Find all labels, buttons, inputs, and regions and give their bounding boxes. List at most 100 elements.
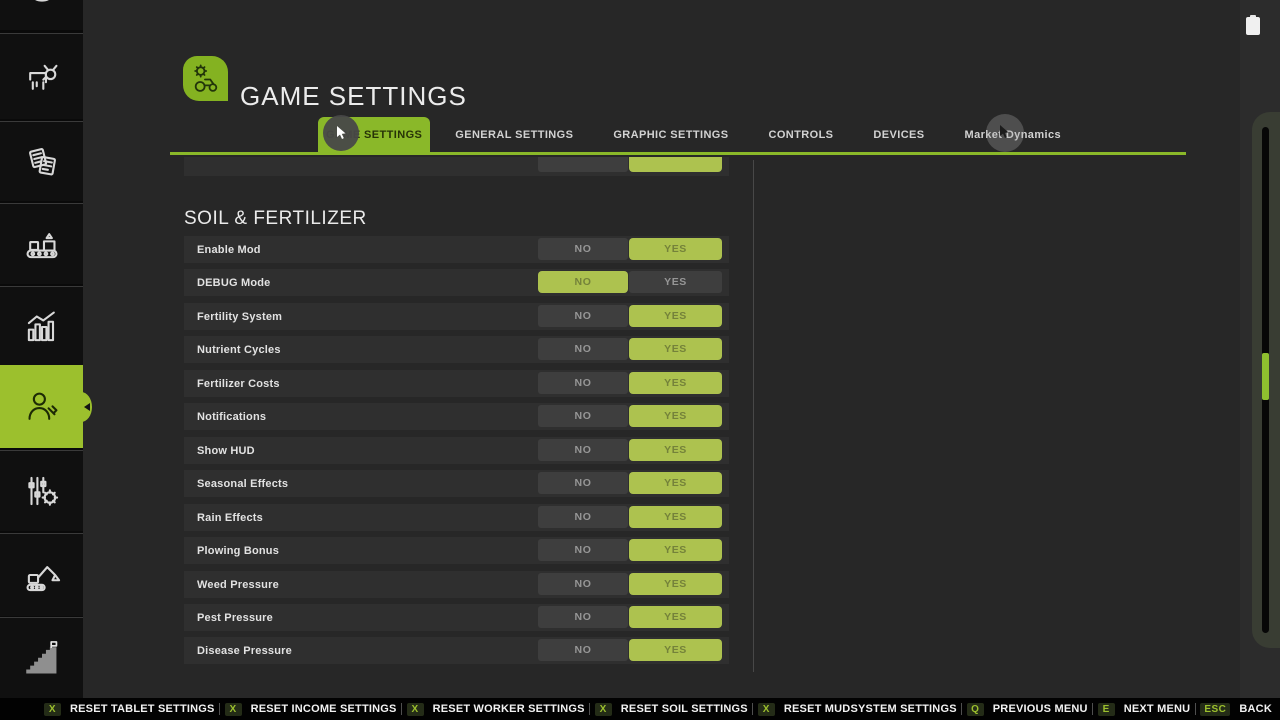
shortcut-separator [961, 703, 962, 715]
toggle-yes-button[interactable]: YES [629, 439, 722, 461]
toggle-yes-button[interactable]: YES [629, 405, 722, 427]
toggle-yes-button[interactable]: YES [629, 372, 722, 394]
setting-label: Nutrient Cycles [197, 336, 281, 363]
toggle-yes-button[interactable]: YES [629, 506, 722, 528]
sidebar-item-animals[interactable] [0, 33, 83, 119]
keycap-x-icon: X [758, 703, 775, 716]
toggle-yes-button[interactable]: YES [629, 639, 722, 661]
toggle-yes-button[interactable]: YES [629, 305, 722, 327]
toggle-no-button[interactable]: NO [538, 338, 628, 360]
shortcut-separator [752, 703, 753, 715]
scrollbar-track[interactable] [1262, 127, 1269, 633]
setting-label: Disease Pressure [197, 637, 292, 664]
tab-controls[interactable]: CONTROLS [754, 117, 849, 153]
settings-row-plowing-bonus: Plowing BonusNOYES [184, 537, 729, 564]
game-settings-screen: GAME SETTINGS GAME SETTINGSGENERAL SETTI… [0, 0, 1280, 720]
toggle-yes-button[interactable]: YES [629, 157, 722, 172]
shortcut-separator [219, 703, 220, 715]
shortcut-reset-mudsystem-settings[interactable]: XRESET MUDSYSTEM SETTINGS [758, 703, 957, 716]
shortcut-reset-income-settings[interactable]: XRESET INCOME SETTINGS [225, 703, 397, 716]
toggle-no-button[interactable]: NO [538, 305, 628, 327]
active-item-arrow-icon [84, 403, 90, 411]
setting-label: Seasonal Effects [197, 470, 288, 497]
shortcut-label: NEXT MENU [1124, 703, 1191, 715]
tab-devices[interactable]: DEVICES [858, 117, 939, 153]
setting-label: Pest Pressure [197, 604, 273, 631]
sidebar-item-statistics[interactable] [0, 286, 83, 366]
bottom-bar: X RESET TABLET SETTINGS XRESET INCOME SETT… [0, 698, 1280, 720]
toggle-no-button[interactable]: NO [538, 372, 628, 394]
settings-row-fertility-system: Fertility SystemNOYES [184, 303, 729, 330]
shortcut-separator [1195, 703, 1196, 715]
toggle-plowing-bonus: NOYES [538, 539, 722, 561]
mountain-flag-icon [21, 638, 63, 680]
toggle-no-button[interactable]: NO [538, 157, 628, 172]
toggle-no-button[interactable]: NO [538, 439, 628, 461]
panel-divider [753, 160, 754, 672]
sliders-gear-icon [21, 470, 63, 512]
factory-icon [21, 223, 63, 265]
settings-row-enable-mod: Enable Mod NOYES [184, 236, 729, 263]
setting-label: Enable Mod [197, 236, 261, 263]
tab-graphic-settings[interactable]: GRAPHIC SETTINGS [598, 117, 743, 153]
toggle-seasonal-effects: NOYES [538, 472, 722, 494]
tab-general-settings[interactable]: GENERAL SETTINGS [440, 117, 588, 153]
tab-underline [170, 152, 1186, 155]
shortcut-reset-worker-settings[interactable]: XRESET WORKER SETTINGS [407, 703, 585, 716]
toggle-yes-button[interactable]: YES [629, 573, 722, 595]
settings-row-rain-effects: Rain EffectsNOYES [184, 504, 729, 531]
toggle-disease-pressure: NOYES [538, 639, 722, 661]
toggle-yes-button[interactable]: YES [629, 539, 722, 561]
setting-label: Notifications [197, 403, 266, 430]
shortcut-reset-tablet-settings[interactable]: X RESET TABLET SETTINGS [44, 703, 215, 716]
toggle-no-button[interactable]: NO [538, 506, 628, 528]
person-wrench-icon [21, 386, 63, 428]
sidebar-item-game-options[interactable] [0, 450, 83, 531]
toggle-yes-button[interactable]: YES [629, 271, 722, 293]
sidebar-item-contracts[interactable] [0, 121, 83, 201]
scrollbar-thumb[interactable] [1262, 353, 1269, 400]
page-title: GAME SETTINGS [240, 81, 467, 112]
settings-row-disease-pressure: Disease Pressure NOYES [184, 637, 729, 664]
sidebar-item-top-partial[interactable] [0, 0, 83, 30]
toggle-yes-button[interactable]: YES [629, 338, 722, 360]
toggle-no-button[interactable]: NO [538, 472, 628, 494]
cow-icon [21, 56, 63, 98]
toggle-notifications: NOYES [538, 405, 722, 427]
sidebar-item-construction[interactable] [0, 533, 83, 616]
shortcut-previous-menu[interactable]: QPREVIOUS MENU [967, 703, 1088, 716]
toggle-fertility-system: NOYES [538, 305, 722, 327]
toggle-yes-button[interactable]: YES [629, 238, 722, 260]
sidebar [0, 0, 83, 698]
shortcut-next-menu[interactable]: ENEXT MENU [1098, 703, 1191, 716]
section-title: SOIL & FERTILIZER [184, 208, 367, 230]
settings-row-show-hud: Show HUDNOYES [184, 437, 729, 464]
shortcut-label: BACK [1239, 703, 1272, 715]
settings-row-fertilizer-costs: Fertilizer CostsNOYES [184, 370, 729, 397]
shortcut-label: RESET SOIL SETTINGS [621, 703, 748, 715]
keycap-x-icon: X [225, 703, 242, 716]
sidebar-item-terrain[interactable] [0, 617, 83, 699]
toggle-no-button[interactable]: NO [538, 539, 628, 561]
sidebar-item-player-settings[interactable] [0, 365, 83, 448]
keycap-x-icon: X [44, 703, 61, 716]
toggle-yes-button[interactable]: YES [629, 606, 722, 628]
toggle-no-button[interactable]: NO [538, 271, 628, 293]
shortcut-back[interactable]: ESCBACK [1200, 703, 1272, 716]
sidebar-item-production[interactable] [0, 203, 83, 284]
settings-row-pest-pressure: Pest Pressure NOYES [184, 604, 729, 631]
toggle-no-button[interactable]: NO [538, 405, 628, 427]
toggle-yes-button[interactable]: YES [629, 472, 722, 494]
toggle-fertilizer-costs: NOYES [538, 372, 722, 394]
setting-label: DEBUG Mode [197, 269, 271, 296]
toggle-no-button[interactable]: NO [538, 238, 628, 260]
shortcut-label: RESET TABLET SETTINGS [70, 703, 215, 715]
shortcut-reset-soil-settings[interactable]: XRESET SOIL SETTINGS [595, 703, 748, 716]
shortcut-label: PREVIOUS MENU [993, 703, 1088, 715]
toggle-partial: NO YES [538, 157, 722, 172]
toggle-no-button[interactable]: NO [538, 573, 628, 595]
documents-icon [21, 141, 63, 183]
toggle-no-button[interactable]: NO [538, 606, 628, 628]
toggle-no-button[interactable]: NO [538, 639, 628, 661]
tab-bar: GAME SETTINGSGENERAL SETTINGSGRAPHIC SET… [318, 117, 1076, 153]
